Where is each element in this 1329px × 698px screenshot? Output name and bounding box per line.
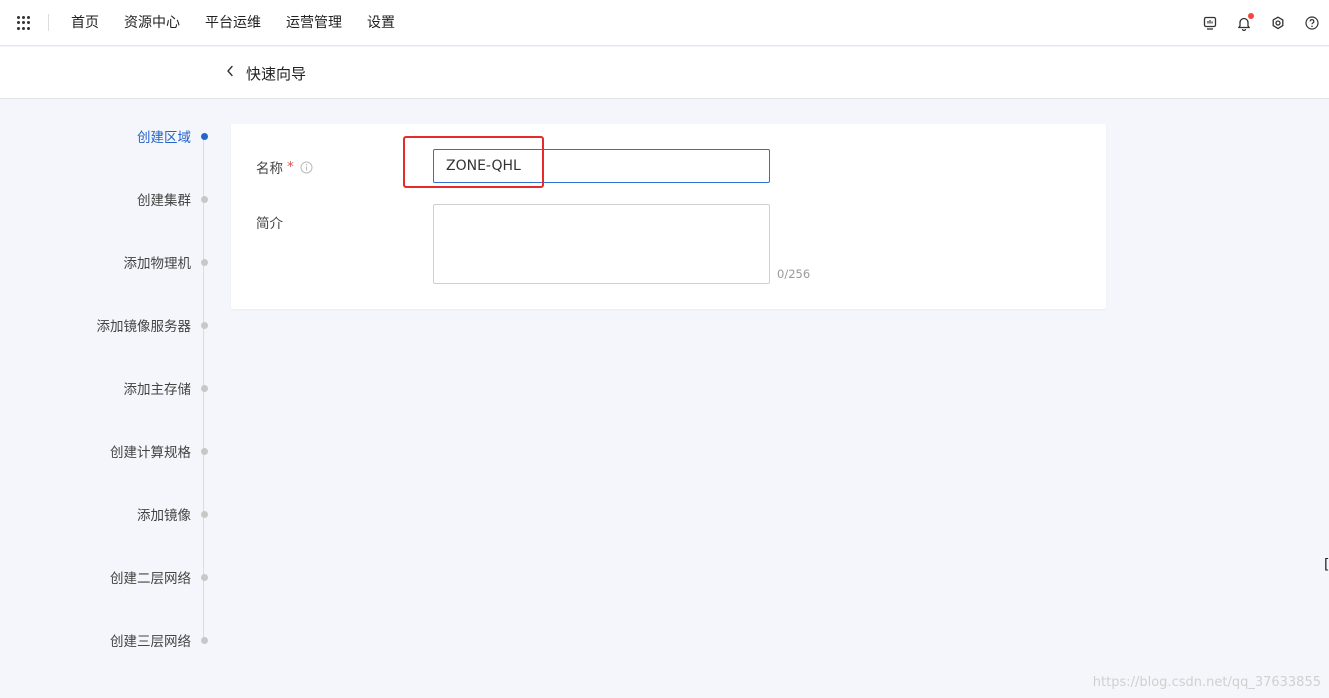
monitor-icon[interactable] xyxy=(1203,16,1217,30)
step-label: 创建集群 xyxy=(137,193,191,209)
step-add-image[interactable]: 添加镜像 xyxy=(137,504,208,524)
description-label-text: 简介 xyxy=(256,216,283,232)
step-label: 添加物理机 xyxy=(123,256,192,272)
step-create-compute-offering[interactable]: 创建计算规格 xyxy=(110,441,208,461)
topbar-divider xyxy=(48,14,49,31)
main-nav: 首页 资源中心 平台运维 运营管理 设置 xyxy=(71,0,420,46)
apps-grid-icon[interactable] xyxy=(17,16,31,30)
char-count: 0/256 xyxy=(777,267,811,281)
step-dot xyxy=(201,447,208,455)
watermark: https://blog.csdn.net/qq_37633855 xyxy=(1092,675,1321,690)
text-cursor-glyph: [ xyxy=(1324,557,1329,573)
name-label-text: 名称 xyxy=(256,161,283,177)
step-dot xyxy=(201,258,208,266)
nav-item-operations[interactable]: 运营管理 xyxy=(286,0,342,46)
info-icon[interactable] xyxy=(300,161,313,174)
page-header: 快速向导 xyxy=(0,47,1329,99)
step-label: 创建二层网络 xyxy=(110,571,191,587)
step-add-host[interactable]: 添加物理机 xyxy=(123,252,208,272)
required-mark: * xyxy=(287,159,294,175)
back-button[interactable]: 快速向导 xyxy=(226,60,306,86)
step-label: 创建三层网络 xyxy=(110,634,191,650)
page-title: 快速向导 xyxy=(246,64,307,83)
step-dot xyxy=(201,636,208,644)
description-textarea[interactable] xyxy=(433,204,770,284)
settings-icon[interactable] xyxy=(1271,16,1285,30)
zone-form-card: 名称 * 简介 0/256 xyxy=(231,124,1106,309)
step-dot xyxy=(201,384,208,392)
wizard-steps: 创建区域 创建集群 添加物理机 添加镜像服务器 添加主存储 创建计算规格 添加镜… xyxy=(0,100,220,698)
nav-item-settings[interactable]: 设置 xyxy=(367,0,395,46)
step-create-l3-network[interactable]: 创建三层网络 xyxy=(110,630,208,650)
step-label: 添加镜像服务器 xyxy=(96,319,192,335)
step-label: 添加主存储 xyxy=(123,382,192,398)
name-field-label: 名称 * xyxy=(256,157,313,177)
top-icons xyxy=(1183,0,1319,46)
bell-icon[interactable] xyxy=(1237,12,1254,31)
step-dot xyxy=(201,573,208,581)
step-add-primary-storage[interactable]: 添加主存储 xyxy=(123,378,208,398)
nav-item-home[interactable]: 首页 xyxy=(71,0,99,46)
step-dot xyxy=(201,321,208,329)
chevron-left-icon xyxy=(226,65,234,81)
step-create-l2-network[interactable]: 创建二层网络 xyxy=(110,567,208,587)
step-label: 添加镜像 xyxy=(137,508,191,524)
nav-item-platform-ops[interactable]: 平台运维 xyxy=(205,0,261,46)
zone-name-input[interactable] xyxy=(433,149,770,183)
step-dot xyxy=(201,195,208,203)
step-label: 创建计算规格 xyxy=(110,445,191,461)
description-field-label: 简介 xyxy=(256,212,283,232)
step-create-zone[interactable]: 创建区域 xyxy=(137,126,208,146)
step-create-cluster[interactable]: 创建集群 xyxy=(137,189,208,209)
top-navigation-bar: 首页 资源中心 平台运维 运营管理 设置 xyxy=(0,0,1329,46)
step-dot-active xyxy=(201,132,208,140)
step-label: 创建区域 xyxy=(137,130,191,146)
nav-item-resource-center[interactable]: 资源中心 xyxy=(124,0,180,46)
notification-dot xyxy=(1248,12,1254,19)
step-dot xyxy=(201,510,208,518)
step-add-image-server[interactable]: 添加镜像服务器 xyxy=(96,315,208,335)
help-icon[interactable] xyxy=(1305,16,1319,30)
